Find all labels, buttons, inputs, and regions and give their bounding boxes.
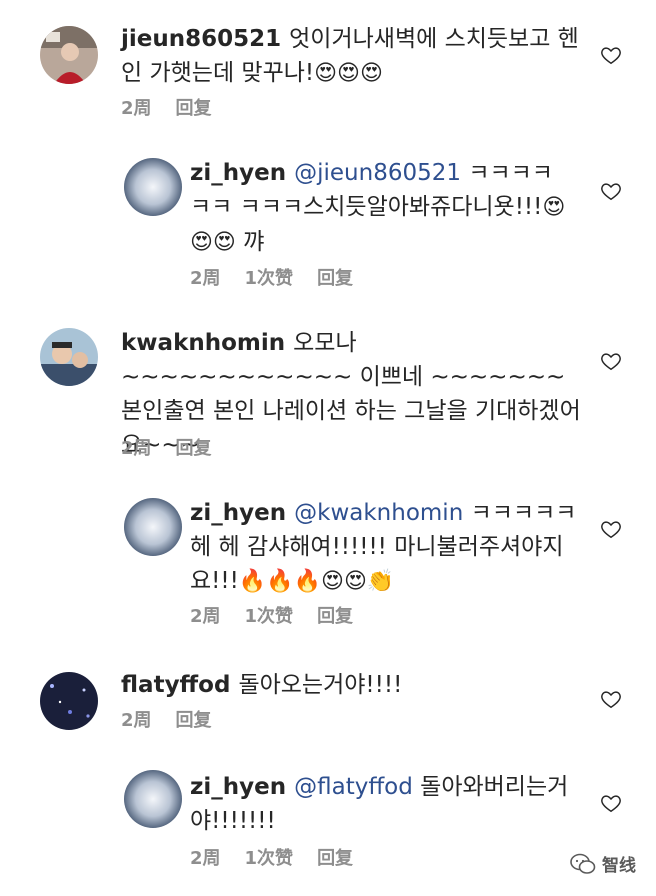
comment-meta: 2周 1次赞 回复 [190,264,353,290]
like-heart-icon[interactable] [600,792,622,814]
comment-time: 2周 [190,606,221,627]
reply-button[interactable]: 回复 [317,602,353,628]
comment-text: zi_hyen @flatyffod 돌아와버리는거 야!!!!!!! [190,770,570,838]
avatar[interactable] [124,770,182,828]
comment-time: 2周 [190,268,221,289]
comment-time: 2周 [121,98,152,119]
comment-meta: 2周 回复 [121,434,212,460]
comment-tail: 꺄 [235,229,265,255]
avatar[interactable] [124,498,182,556]
comment-meta: 2周 回复 [121,706,212,732]
like-heart-icon[interactable] [600,180,622,202]
comment-username[interactable]: zi_hyen [190,500,286,526]
reply-button[interactable]: 回复 [176,434,212,460]
mention-link[interactable]: @kwaknhomin [294,500,463,526]
avatar[interactable] [40,26,98,84]
comment-meta: 2周 回复 [121,94,212,120]
avatar[interactable] [40,328,98,386]
like-heart-icon[interactable] [600,518,622,540]
mention-link[interactable]: @jieun860521 [294,160,461,186]
like-heart-icon[interactable] [600,350,622,372]
comment-meta: 2周 1次赞 回复 [190,602,353,628]
reply-button[interactable]: 回复 [176,706,212,732]
watermark-label: 智线 [602,856,636,876]
comment-emojis: 🔥🔥🔥😍😍👏 [238,569,395,594]
avatar[interactable] [40,672,98,730]
like-count[interactable]: 1次赞 [245,602,294,628]
comment-text: zi_hyen @jieun860521 ㅋㅋㅋㅋㅋㅋ ㅋㅋㅋ스치듯알아봐쥬다니욧… [190,156,570,260]
comment-time: 2周 [190,848,221,869]
comment-meta: 2周 1次赞 回复 [190,844,353,870]
comment-text: flatyffod 돌아오는거야!!!! [121,668,581,702]
comment-text: zi_hyen @kwaknhomin ㅋㅋㅋㅋㅋ헤 헤 감샤해여!!!!!! 마… [190,496,580,599]
comment-time: 2周 [121,438,152,459]
comment-emojis: 😍😍😍 [314,61,383,86]
comment-time: 2周 [121,710,152,731]
comment-thread: jieun860521 엇이거나새벽에 스치듯보고 헨인 가햇는데 맞꾸나!😍😍😍… [0,0,656,896]
watermark: 智线 [570,851,636,876]
reply-button[interactable]: 回复 [317,264,353,290]
comment-body: 돌아오는거야!!!! [238,672,403,698]
mention-link[interactable]: @flatyffod [294,774,413,800]
like-count[interactable]: 1次赞 [245,844,294,870]
comment-username[interactable]: flatyffod [121,672,230,698]
comment-username[interactable]: kwaknhomin [121,330,285,356]
like-heart-icon[interactable] [600,688,622,710]
comment-username[interactable]: zi_hyen [190,160,286,186]
like-count[interactable]: 1次赞 [245,264,294,290]
like-heart-icon[interactable] [600,44,622,66]
reply-button[interactable]: 回复 [176,94,212,120]
wechat-icon [570,853,596,874]
comment-username[interactable]: jieun860521 [121,26,281,52]
comment-text: jieun860521 엇이거나새벽에 스치듯보고 헨인 가햇는데 맞꾸나!😍😍😍 [121,22,581,91]
avatar[interactable] [124,158,182,216]
reply-button[interactable]: 回复 [317,844,353,870]
comment-username[interactable]: zi_hyen [190,774,286,800]
